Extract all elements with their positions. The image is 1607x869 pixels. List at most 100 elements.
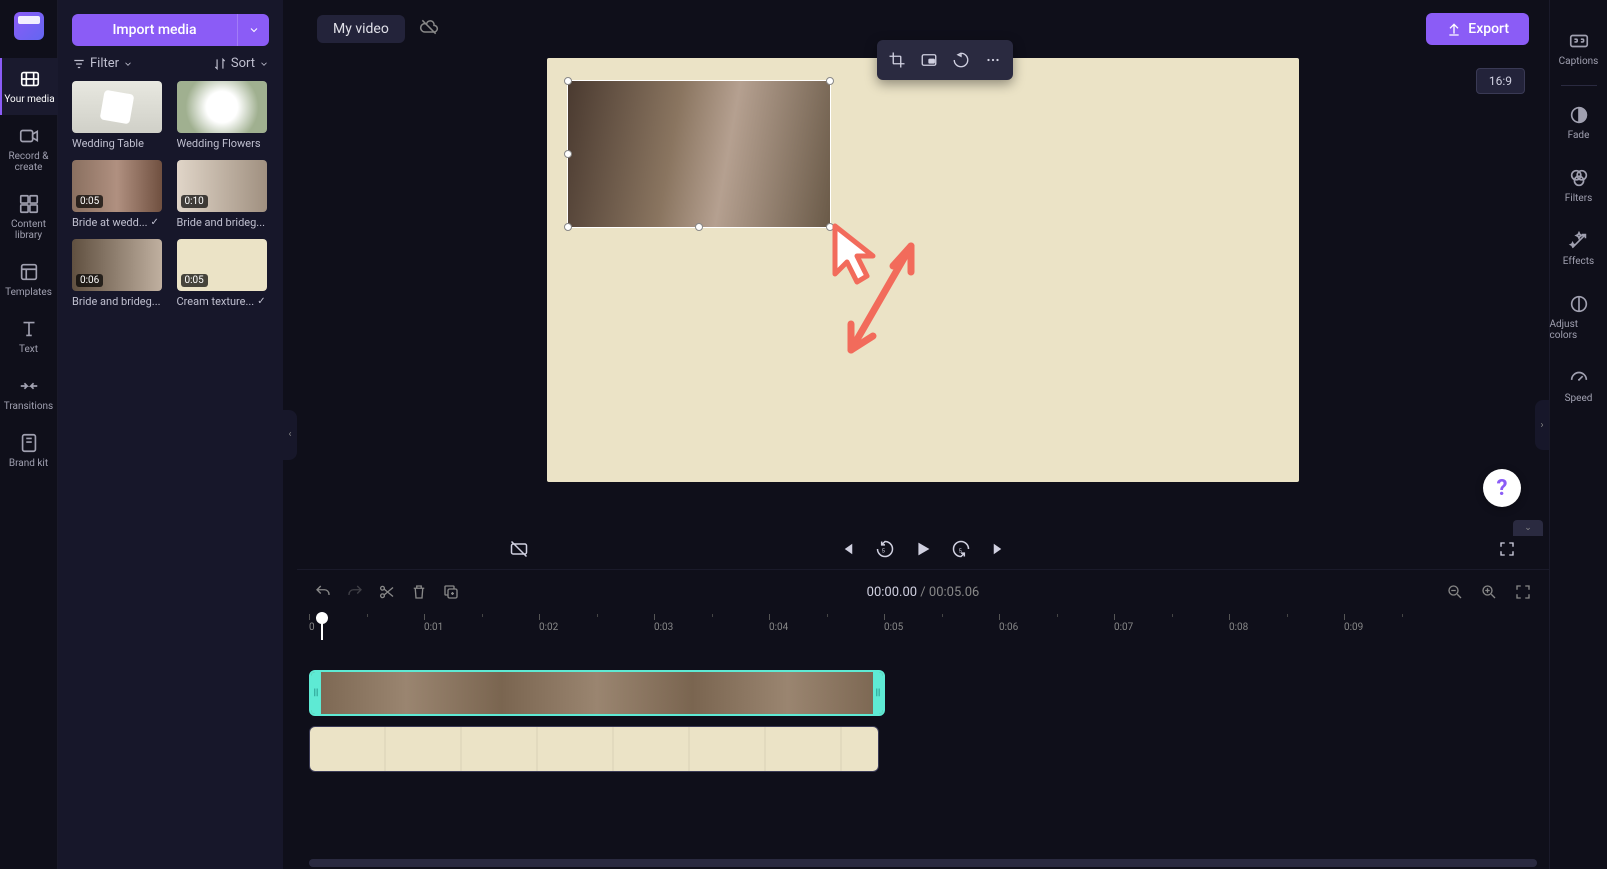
resize-handle-tl[interactable] bbox=[564, 77, 572, 85]
media-item[interactable]: Wedding Flowers bbox=[177, 81, 270, 150]
import-media-button[interactable]: Import media bbox=[72, 14, 237, 46]
ruler-tick: 0:01 bbox=[424, 614, 443, 633]
captions-button[interactable]: Captions bbox=[1550, 18, 1607, 79]
rotate-button[interactable] bbox=[947, 46, 975, 74]
media-thumbnail bbox=[177, 81, 267, 133]
effects-button[interactable]: Effects bbox=[1550, 218, 1607, 279]
media-thumbnail: 0:06 bbox=[72, 239, 162, 291]
skip-back-button[interactable] bbox=[835, 537, 859, 561]
total-duration: 00:05.06 bbox=[929, 585, 979, 600]
ruler-tick: 0:06 bbox=[999, 614, 1018, 633]
nav-label: Record & create bbox=[0, 151, 58, 173]
sort-button[interactable]: Sort bbox=[213, 56, 269, 71]
transitions-icon bbox=[18, 375, 40, 397]
app-logo[interactable] bbox=[14, 12, 44, 40]
tracks-area[interactable]: 00:010:020:030:040:050:060:070:080:09 bbox=[297, 614, 1549, 869]
resize-handle-tr[interactable] bbox=[826, 77, 834, 85]
skip-forward-button[interactable] bbox=[987, 537, 1011, 561]
nav-your-media[interactable]: Your media bbox=[0, 58, 58, 115]
right-rail-label: Effects bbox=[1563, 256, 1594, 267]
media-item[interactable]: 0:06 Bride and brideg... bbox=[72, 239, 165, 308]
nav-record-create[interactable]: Record & create bbox=[0, 115, 58, 183]
adjust-colors-button[interactable]: Adjust colors bbox=[1550, 281, 1607, 353]
help-button[interactable]: ? bbox=[1483, 469, 1521, 507]
project-title[interactable]: My video bbox=[317, 15, 405, 43]
resize-handle-br[interactable] bbox=[826, 223, 834, 231]
nav-templates[interactable]: Templates bbox=[0, 251, 58, 308]
rewind-button[interactable]: 5 bbox=[873, 537, 897, 561]
text-icon bbox=[18, 318, 40, 340]
forward-button[interactable]: 5 bbox=[949, 537, 973, 561]
crop-button[interactable] bbox=[883, 46, 911, 74]
preview-canvas[interactable] bbox=[547, 58, 1299, 482]
export-label: Export bbox=[1468, 21, 1509, 37]
hide-safe-zone-button[interactable] bbox=[507, 537, 531, 561]
templates-icon bbox=[18, 261, 40, 283]
nav-rail: Your media Record & create Content libra… bbox=[0, 0, 58, 869]
nav-content-library[interactable]: Content library bbox=[0, 183, 58, 251]
undo-button[interactable] bbox=[313, 583, 333, 601]
right-rail-label: Captions bbox=[1559, 56, 1599, 67]
media-item[interactable]: 0:05 Cream texture...✓ bbox=[177, 239, 270, 308]
library-icon bbox=[18, 193, 40, 215]
filter-button[interactable]: Filter bbox=[72, 56, 133, 71]
filters-button[interactable]: Filters bbox=[1550, 155, 1607, 216]
ruler-subtick bbox=[1402, 614, 1403, 617]
ruler-subtick bbox=[1287, 614, 1288, 617]
redo-button[interactable] bbox=[345, 583, 365, 601]
pip-button[interactable] bbox=[915, 46, 943, 74]
export-button[interactable]: Export bbox=[1426, 13, 1529, 45]
chevron-down-icon bbox=[248, 24, 260, 36]
nav-brand-kit[interactable]: Brand kit bbox=[0, 422, 58, 479]
media-item[interactable]: 0:10 Bride and brideg... bbox=[177, 160, 270, 229]
resize-handle-mb[interactable] bbox=[695, 223, 703, 231]
nav-label: Templates bbox=[5, 287, 52, 298]
playback-bar: 5 5 bbox=[297, 529, 1549, 569]
split-button[interactable] bbox=[377, 583, 397, 601]
timeline-clip-background[interactable] bbox=[309, 726, 879, 772]
used-check-icon: ✓ bbox=[257, 296, 265, 307]
expand-properties[interactable]: ⌄ bbox=[1513, 520, 1543, 536]
cloud-sync-icon[interactable] bbox=[419, 17, 439, 41]
more-options-button[interactable] bbox=[979, 46, 1007, 74]
media-item[interactable]: Wedding Table bbox=[72, 81, 165, 150]
zoom-fit-button[interactable] bbox=[1513, 583, 1533, 601]
timeline-ruler[interactable]: 00:010:020:030:040:050:060:070:080:09 bbox=[309, 614, 1537, 640]
duplicate-button[interactable] bbox=[441, 583, 461, 601]
timeline-clip-video[interactable] bbox=[309, 670, 885, 716]
import-media-dropdown[interactable] bbox=[237, 14, 269, 46]
media-item[interactable]: 0:05 Bride at wedd...✓ bbox=[72, 160, 165, 229]
media-label: Bride and brideg... bbox=[72, 295, 162, 308]
filter-label: Filter bbox=[90, 56, 119, 71]
adjust-colors-icon bbox=[1568, 293, 1590, 315]
delete-button[interactable] bbox=[409, 583, 429, 601]
svg-text:5: 5 bbox=[882, 548, 886, 554]
collapse-right-rail[interactable]: › bbox=[1535, 400, 1549, 450]
effects-icon bbox=[1568, 230, 1590, 252]
selected-clip[interactable] bbox=[567, 80, 831, 228]
nav-text[interactable]: Text bbox=[0, 308, 58, 365]
media-thumbnail bbox=[72, 81, 162, 133]
playhead[interactable] bbox=[321, 614, 323, 640]
resize-handle-bl[interactable] bbox=[564, 223, 572, 231]
right-rail: Captions Fade Filters Effects Adjust col… bbox=[1549, 0, 1607, 869]
play-button[interactable] bbox=[911, 537, 935, 561]
timeline-scrollbar[interactable] bbox=[309, 859, 1537, 867]
resize-handle-ml[interactable] bbox=[564, 150, 572, 158]
collapse-media-panel[interactable]: ‹ bbox=[283, 410, 297, 460]
filter-icon bbox=[72, 57, 86, 71]
ruler-tick: 0:07 bbox=[1114, 614, 1133, 633]
aspect-ratio-button[interactable]: 16:9 bbox=[1476, 68, 1525, 94]
right-rail-label: Adjust colors bbox=[1550, 319, 1607, 341]
nav-transitions[interactable]: Transitions bbox=[0, 365, 58, 422]
media-thumbnail: 0:05 bbox=[72, 160, 162, 212]
speed-button[interactable]: Speed bbox=[1550, 355, 1607, 416]
fullscreen-button[interactable] bbox=[1495, 537, 1519, 561]
zoom-in-button[interactable] bbox=[1479, 583, 1499, 601]
fade-button[interactable]: Fade bbox=[1550, 92, 1607, 153]
zoom-out-button[interactable] bbox=[1445, 583, 1465, 601]
ruler-subtick bbox=[827, 614, 828, 617]
ruler-subtick bbox=[482, 614, 483, 617]
media-label: Cream texture...✓ bbox=[177, 295, 267, 308]
media-icon bbox=[19, 68, 41, 90]
